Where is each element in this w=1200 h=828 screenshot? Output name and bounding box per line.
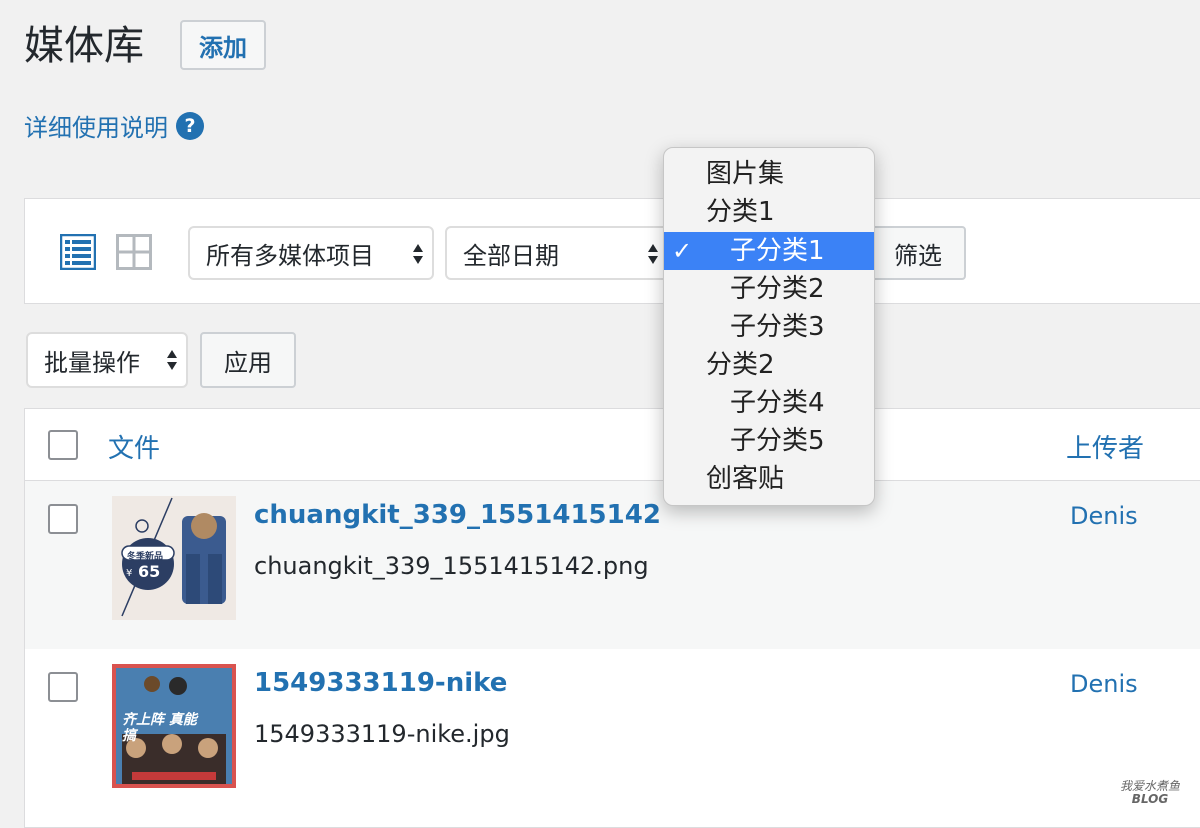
select-all-checkbox[interactable] (48, 430, 78, 460)
column-file-header[interactable]: 文件 (108, 428, 160, 465)
file-name: chuangkit_339_1551415142.png (254, 552, 649, 580)
grid-view-icon[interactable] (116, 234, 152, 270)
thumbnail-badge: 冬季新品 (127, 552, 164, 562)
column-author-header[interactable]: 上传者 (1066, 428, 1144, 465)
thumbnail-price: 65 (138, 562, 161, 581)
table-header (24, 408, 1200, 481)
select-arrows-icon (413, 244, 423, 264)
row-checkbox[interactable] (48, 672, 78, 702)
media-type-select[interactable]: 所有多媒体项目 (188, 226, 434, 280)
bulk-action-value: 批量操作 (44, 348, 140, 377)
menu-item-subcategory4[interactable]: 子分类4 (664, 384, 874, 422)
apply-button[interactable]: 应用 (200, 332, 296, 388)
menu-item-subcategory1[interactable]: ✓ 子分类1 (664, 232, 874, 270)
file-title-link[interactable]: chuangkit_339_1551415142 (254, 500, 661, 530)
menu-item-label: 子分类1 (730, 236, 825, 266)
menu-item-category1[interactable]: 分类1 (664, 193, 874, 231)
category-dropdown-menu: 图片集 分类1 ✓ 子分类1 子分类2 子分类3 分类2 子分类4 子分类5 创… (663, 147, 875, 506)
menu-item-subcategory2[interactable]: 子分类2 (664, 270, 874, 308)
date-select[interactable]: 全部日期 (445, 226, 675, 280)
watermark: 我爱水煮鱼 BLOG (1120, 780, 1180, 806)
thumbnail-text: 齐上阵 真能搞 (122, 712, 197, 744)
help-link[interactable]: 详细使用说明 ? (24, 108, 204, 143)
file-title-link[interactable]: 1549333119-nike (254, 668, 507, 698)
media-type-value: 所有多媒体项目 (206, 241, 374, 270)
row-checkbox[interactable] (48, 504, 78, 534)
page-title: 媒体库 (24, 23, 144, 69)
menu-item-subcategory5[interactable]: 子分类5 (664, 422, 874, 460)
select-arrows-icon (648, 244, 658, 264)
select-arrows-icon (167, 350, 177, 370)
filter-button[interactable]: 筛选 (870, 226, 966, 280)
thumbnail-image[interactable]: 冬季新品 ¥ 65 (112, 496, 236, 620)
help-link-label: 详细使用说明 (24, 114, 168, 142)
menu-item-gallery[interactable]: 图片集 (664, 155, 874, 193)
question-icon: ? (176, 111, 204, 140)
author-link[interactable]: Denis (1070, 670, 1138, 698)
add-new-button[interactable]: 添加 (180, 20, 266, 70)
menu-item-subcategory3[interactable]: 子分类3 (664, 308, 874, 346)
bulk-action-select[interactable]: 批量操作 (26, 332, 188, 388)
menu-item-chuangkit[interactable]: 创客贴 (664, 460, 874, 498)
date-value: 全部日期 (463, 241, 559, 270)
list-view-icon[interactable] (60, 234, 96, 270)
menu-item-category2[interactable]: 分类2 (664, 346, 874, 384)
thumbnail-currency: ¥ (126, 568, 133, 579)
thumbnail-image[interactable]: 齐上阵 真能搞 (112, 664, 236, 788)
checkmark-icon: ✓ (672, 237, 693, 265)
file-name: 1549333119-nike.jpg (254, 720, 510, 748)
author-link[interactable]: Denis (1070, 502, 1138, 530)
watermark-line2: BLOG (1131, 792, 1169, 806)
